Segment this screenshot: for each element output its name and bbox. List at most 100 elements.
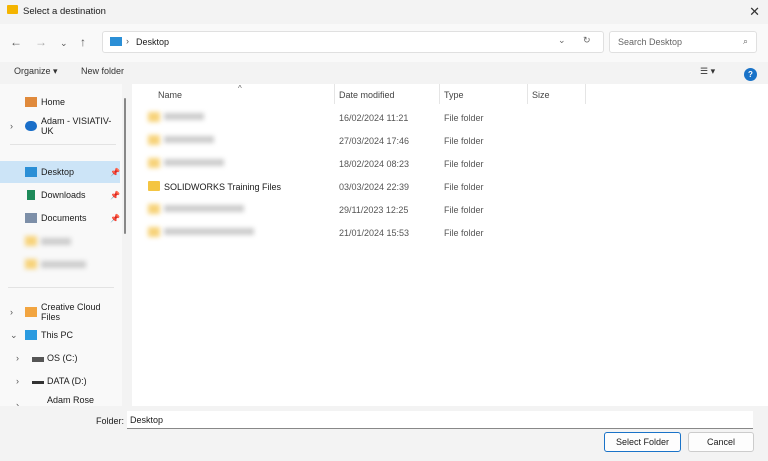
sidebar-label: Creative Cloud Files: [41, 302, 101, 322]
chevron-right-icon[interactable]: ›: [16, 353, 19, 363]
file-type: File folder: [444, 205, 484, 215]
select-folder-button[interactable]: Select Folder: [604, 432, 681, 452]
sidebar-item-home[interactable]: Home: [0, 91, 120, 113]
home-icon: [25, 97, 37, 107]
column-divider[interactable]: [334, 84, 335, 104]
column-size[interactable]: Size: [532, 90, 550, 100]
divider: [10, 144, 116, 145]
file-row[interactable]: 16/02/2024 11:21 File folder: [132, 107, 768, 129]
search-icon: ⌕: [742, 36, 748, 46]
sidebar-item-c-drive[interactable]: › OS (C:): [0, 347, 120, 369]
redacted-label: [41, 237, 71, 245]
documents-icon: [25, 213, 37, 223]
sidebar-item-creative-cloud[interactable]: › Creative Cloud Files: [0, 301, 120, 323]
sidebar-label: DATA (D:): [47, 376, 87, 386]
sidebar-item-blurred[interactable]: [0, 230, 120, 252]
sidebar-label: Adam - VISIATIV-UK: [41, 116, 112, 136]
pin-icon[interactable]: 📌: [110, 168, 120, 177]
sidebar-label: Downloads: [41, 190, 86, 200]
chevron-right-icon[interactable]: ›: [10, 121, 13, 131]
close-button[interactable]: ✕: [749, 4, 760, 20]
file-row[interactable]: 18/02/2024 08:23 File folder: [132, 153, 768, 175]
sidebar-item-blurred[interactable]: [0, 253, 120, 275]
drive-icon: [32, 381, 44, 384]
drive-icon: [32, 357, 44, 362]
view-options-button[interactable]: ☰ ▾: [700, 66, 715, 77]
sidebar-label: OS (C:): [47, 353, 78, 363]
up-button[interactable]: ↑: [80, 35, 86, 49]
organize-menu[interactable]: Organize ▾: [14, 66, 58, 77]
column-divider[interactable]: [439, 84, 440, 104]
search-placeholder: Search Desktop: [618, 37, 683, 47]
chevron-down-icon[interactable]: ⌄: [10, 330, 18, 341]
file-date: 16/02/2024 11:21: [339, 113, 409, 123]
breadcrumb-desktop[interactable]: Desktop: [136, 37, 169, 47]
pin-icon[interactable]: 📌: [110, 214, 120, 223]
computer-icon: [25, 330, 37, 340]
sidebar-item-downloads[interactable]: Downloads 📌: [0, 184, 120, 206]
back-button[interactable]: ←: [10, 35, 22, 49]
desktop-icon: [110, 37, 122, 46]
sidebar-label: Desktop: [41, 167, 75, 177]
pin-icon[interactable]: 📌: [110, 191, 120, 200]
file-type: File folder: [444, 113, 484, 123]
redacted-name: [164, 228, 254, 235]
column-divider[interactable]: [585, 84, 586, 104]
folder-icon: [148, 204, 160, 214]
sort-ascending-icon: ^: [238, 84, 242, 93]
file-row[interactable]: 27/03/2024 17:46 File folder: [132, 130, 768, 152]
sidebar-label: This PC: [41, 330, 74, 340]
sidebar-item-d-drive[interactable]: › DATA (D:): [0, 370, 120, 392]
file-type: File folder: [444, 228, 484, 238]
chevron-right-icon[interactable]: ›: [16, 376, 19, 386]
window-title: Select a destination: [23, 6, 106, 17]
column-date[interactable]: Date modified: [339, 90, 395, 100]
folder-icon: [148, 181, 160, 191]
cancel-button[interactable]: Cancel: [688, 432, 754, 452]
sidebar-scrollbar[interactable]: [124, 98, 126, 234]
sidebar-label: Adam Rose (\\ipso: [47, 395, 95, 406]
sidebar-item-network-drive[interactable]: ›Adam Rose (\\ipso: [0, 394, 120, 406]
sidebar-item-documents[interactable]: Documents 📌: [0, 207, 120, 229]
folder-icon: [148, 158, 160, 168]
help-icon[interactable]: ?: [744, 68, 757, 81]
address-dropdown-icon[interactable]: ⌄: [558, 35, 566, 46]
title-bar: [0, 0, 768, 24]
folder-label: Folder:: [96, 416, 125, 426]
redacted-name: [164, 159, 224, 166]
file-row[interactable]: 29/11/2023 12:25 File folder: [132, 199, 768, 221]
file-name: SOLIDWORKS Training Files: [164, 182, 282, 192]
folder-app-icon: [7, 5, 18, 14]
file-type: File folder: [444, 182, 484, 192]
file-date: 03/03/2024 22:39: [339, 182, 410, 192]
search-input[interactable]: Search Desktop ⌕: [609, 31, 757, 53]
file-date: 21/01/2024 15:53: [339, 228, 410, 238]
column-name[interactable]: Name: [158, 90, 182, 100]
file-row[interactable]: SOLIDWORKS Training Files 03/03/2024 22:3…: [132, 176, 768, 198]
file-list: ^ Name Date modified Type Size 16/02/202…: [132, 84, 768, 406]
sidebar-item-onedrive[interactable]: › Adam - VISIATIV-UK: [0, 115, 120, 137]
file-type: File folder: [444, 159, 484, 169]
sidebar-item-this-pc[interactable]: ⌄ This PC: [0, 324, 120, 346]
recent-dropdown-button[interactable]: ⌄: [60, 38, 68, 49]
file-type: File folder: [444, 136, 484, 146]
sidebar-item-desktop[interactable]: Desktop 📌: [0, 161, 120, 183]
new-folder-button[interactable]: New folder: [81, 66, 124, 76]
column-divider[interactable]: [527, 84, 528, 104]
forward-button[interactable]: →: [35, 35, 47, 49]
redacted-name: [164, 205, 244, 212]
folder-input[interactable]: Desktop: [127, 411, 753, 429]
folder-icon: [148, 135, 160, 145]
refresh-icon[interactable]: ↻: [583, 35, 591, 46]
breadcrumb-separator: ›: [126, 36, 129, 46]
cloud-icon: [25, 121, 37, 131]
address-bar[interactable]: › Desktop ⌄ ↻: [102, 31, 604, 53]
creative-cloud-folder-icon: [25, 307, 37, 317]
chevron-right-icon[interactable]: ›: [10, 307, 13, 317]
column-type[interactable]: Type: [444, 90, 464, 100]
file-row[interactable]: 21/01/2024 15:53 File folder: [132, 222, 768, 244]
sidebar-label: Documents: [41, 213, 87, 223]
file-date: 29/11/2023 12:25: [339, 205, 409, 215]
redacted-name: [164, 113, 204, 120]
file-date: 27/03/2024 17:46: [339, 136, 410, 146]
